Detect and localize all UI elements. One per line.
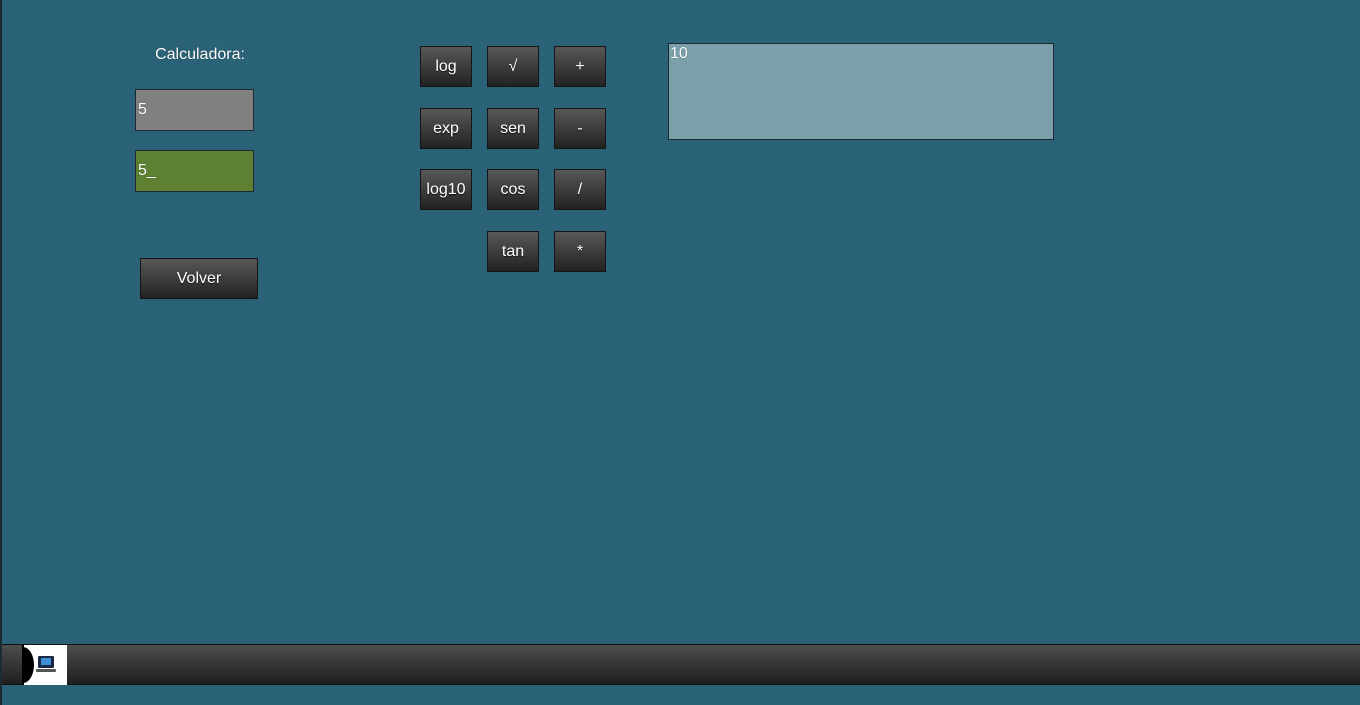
back-button[interactable]: Volver <box>140 258 258 299</box>
window-left-border <box>0 0 2 705</box>
log-button[interactable]: log <box>420 46 472 87</box>
exp-button[interactable]: exp <box>420 108 472 149</box>
log10-button[interactable]: log10 <box>420 169 472 210</box>
keyboard-icon <box>36 669 56 672</box>
divide-button[interactable]: / <box>554 169 606 210</box>
add-button[interactable]: + <box>554 46 606 87</box>
operand-a-input[interactable] <box>135 89 254 131</box>
tan-button[interactable]: tan <box>487 231 539 272</box>
subtract-button[interactable]: - <box>554 108 606 149</box>
start-button-notch <box>24 647 34 683</box>
start-button[interactable] <box>22 645 67 685</box>
sqrt-button[interactable]: √ <box>487 46 539 87</box>
taskbar <box>2 644 1360 685</box>
operand-b-input[interactable] <box>135 150 254 192</box>
multiply-button[interactable]: * <box>554 231 606 272</box>
calculator-title: Calculadora: <box>155 46 245 63</box>
cos-button[interactable]: cos <box>487 169 539 210</box>
sin-button[interactable]: sen <box>487 108 539 149</box>
computer-icon <box>38 656 54 668</box>
result-display[interactable]: 10 <box>668 43 1054 140</box>
